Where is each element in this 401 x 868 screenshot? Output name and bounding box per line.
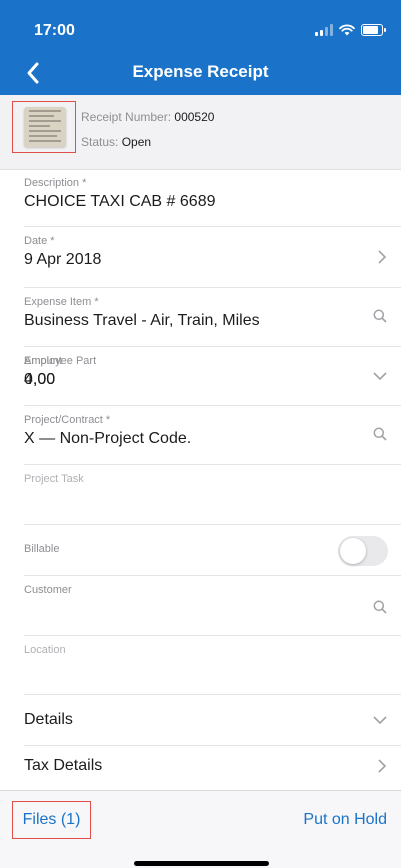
employee-part-value[interactable]: 0,00	[24, 371, 55, 389]
details-label: Details	[24, 711, 73, 728]
description-field[interactable]: Description * CHOICE TAXI CAB # 6689	[24, 169, 401, 227]
billable-label: Billable	[24, 543, 60, 555]
amount-row: Amount 4,00 Employee Part 0,00	[24, 347, 401, 406]
receipt-number-line: Receipt Number: 000520	[81, 110, 214, 124]
details-section[interactable]: Details	[24, 695, 401, 746]
chevron-right-icon	[378, 250, 387, 264]
home-indicator	[134, 861, 269, 866]
signal-icon	[315, 24, 333, 36]
employee-part-label: Employee Part	[24, 355, 97, 367]
nav-bar: Expense Receipt	[0, 50, 401, 95]
receipt-image	[24, 107, 66, 147]
project-contract-value: X — Non-Project Code.	[24, 430, 192, 447]
location-field[interactable]: Location	[24, 636, 401, 695]
project-contract-field[interactable]: Project/Contract * X — Non-Project Code.	[24, 406, 401, 465]
customer-label: Customer	[24, 584, 72, 596]
status-bar: 17:00	[0, 0, 401, 50]
billable-field: Billable	[24, 525, 401, 576]
receipt-status-label: Status:	[81, 135, 119, 149]
billable-toggle[interactable]	[338, 536, 388, 566]
receipt-number: 000520	[174, 110, 215, 124]
put-on-hold-button[interactable]: Put on Hold	[303, 811, 387, 829]
chevron-down-icon[interactable]	[373, 371, 387, 381]
wifi-icon	[339, 24, 355, 36]
search-icon[interactable]	[373, 600, 387, 614]
project-contract-label: Project/Contract *	[24, 414, 111, 426]
chevron-down-icon	[373, 716, 387, 725]
status-time: 17:00	[34, 22, 75, 39]
date-field[interactable]: Date * 9 Apr 2018	[24, 227, 401, 288]
tax-details-label: Tax Details	[24, 757, 103, 774]
files-button[interactable]: Files (1)	[12, 801, 91, 839]
project-task-label: Project Task	[24, 473, 84, 485]
receipt-header: Receipt Number: 000520 Status: Open	[0, 95, 401, 170]
bottom-toolbar: Files (1) Put on Hold	[0, 790, 401, 868]
tax-details-section[interactable]: Tax Details	[24, 746, 401, 786]
chevron-right-icon	[378, 759, 387, 773]
receipt-thumbnail[interactable]	[12, 101, 76, 153]
page-title: Expense Receipt	[132, 62, 269, 81]
receipt-status-line: Status: Open	[81, 135, 151, 149]
expense-form: Description * CHOICE TAXI CAB # 6689 Dat…	[0, 169, 401, 786]
receipt-number-label: Receipt Number:	[81, 110, 172, 124]
search-icon[interactable]	[373, 309, 387, 323]
expense-item-value: Business Travel - Air, Train, Miles	[24, 312, 260, 329]
customer-field[interactable]: Customer	[24, 576, 401, 636]
project-task-field[interactable]: Project Task	[24, 465, 401, 525]
search-icon[interactable]	[373, 427, 387, 441]
receipt-status: Open	[121, 135, 152, 149]
expense-item-label: Expense Item *	[24, 296, 99, 308]
battery-icon	[361, 24, 386, 36]
description-value: CHOICE TAXI CAB # 6689	[24, 193, 216, 210]
location-label: Location	[24, 644, 66, 656]
date-value: 9 Apr 2018	[24, 251, 102, 268]
toggle-knob	[340, 538, 366, 564]
expense-item-field[interactable]: Expense Item * Business Travel - Air, Tr…	[24, 288, 401, 347]
date-label: Date *	[24, 235, 55, 247]
description-label: Description *	[24, 177, 87, 189]
status-icons	[315, 24, 386, 36]
